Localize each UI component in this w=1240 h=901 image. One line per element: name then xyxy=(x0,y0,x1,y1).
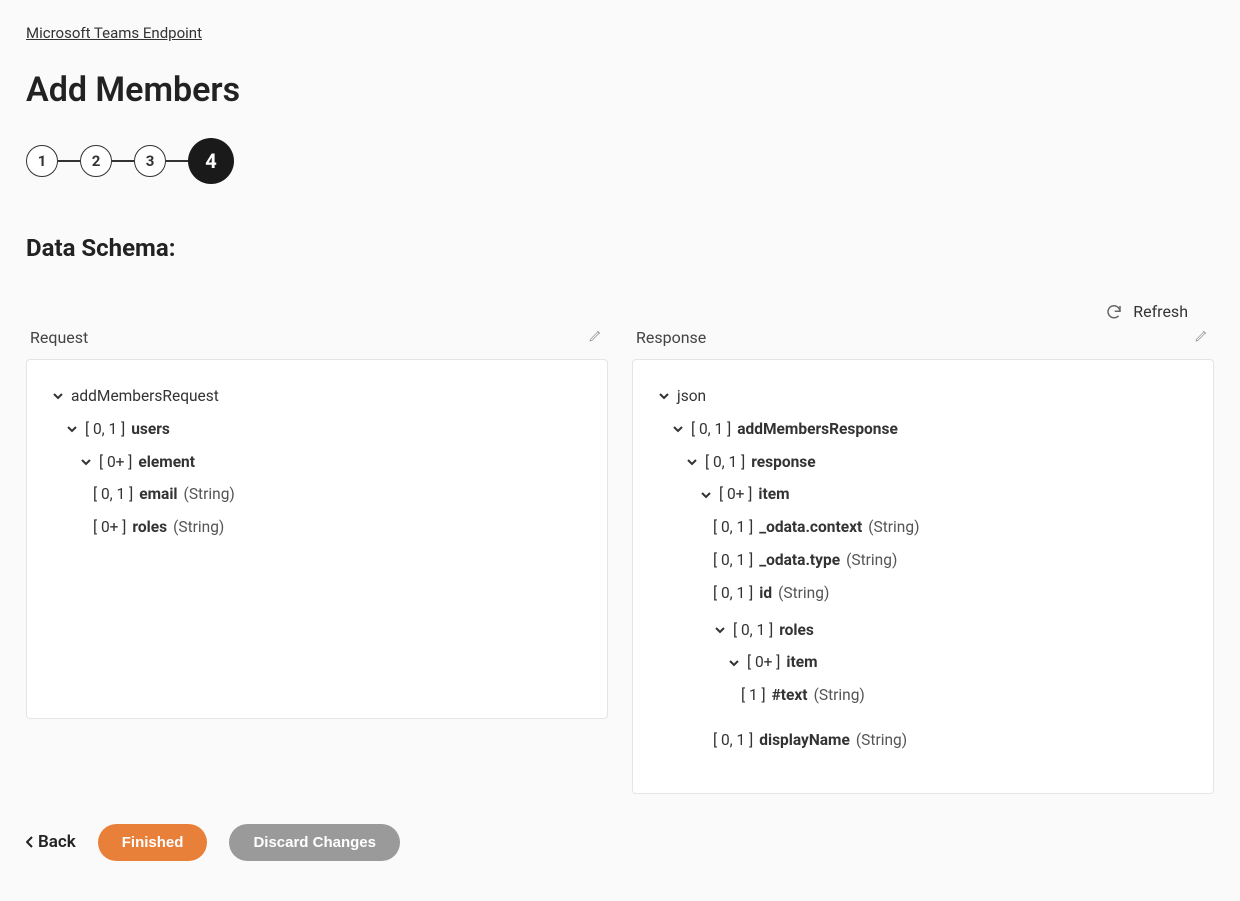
refresh-icon[interactable] xyxy=(1105,303,1123,321)
tree-node-name: _odata.type xyxy=(759,548,840,573)
step-connector xyxy=(112,160,134,162)
tree-cardinality: [ 0, 1 ] xyxy=(713,728,753,753)
chevron-down-icon[interactable] xyxy=(51,390,65,402)
request-panel: addMembersRequest [ 0, 1 ] users xyxy=(26,359,608,719)
chevron-down-icon[interactable] xyxy=(79,456,93,468)
stepper: 1 2 3 4 xyxy=(26,138,1214,184)
tree-node-type: (String) xyxy=(868,515,919,540)
chevron-down-icon[interactable] xyxy=(685,456,699,468)
step-1[interactable]: 1 xyxy=(26,145,58,177)
tree-node-name: _odata.context xyxy=(759,515,862,540)
response-panel: json [ 0, 1 ] addMembersResponse xyxy=(632,359,1214,794)
tree-cardinality: [ 0, 1 ] xyxy=(691,417,731,442)
tree-node-name: #text xyxy=(772,683,808,708)
tree-node-root: addMembersRequest xyxy=(71,384,219,409)
tree-node-name: id xyxy=(759,581,772,606)
tree-cardinality: [ 0, 1 ] xyxy=(713,581,753,606)
tree-cardinality: [ 0, 1 ] xyxy=(713,515,753,540)
refresh-button[interactable]: Refresh xyxy=(1133,302,1188,321)
tree-node-name: addMembersResponse xyxy=(737,417,898,442)
tree-node-name: displayName xyxy=(759,728,850,753)
tree-node-name: users xyxy=(131,417,170,442)
section-title: Data Schema: xyxy=(26,234,1214,262)
tree-node-type: (String) xyxy=(173,515,224,540)
tree-node-name: roles xyxy=(779,618,814,643)
breadcrumb-link[interactable]: Microsoft Teams Endpoint xyxy=(26,24,202,42)
step-connector xyxy=(58,160,80,162)
chevron-down-icon[interactable] xyxy=(671,423,685,435)
discard-button[interactable]: Discard Changes xyxy=(229,824,400,861)
tree-node-type: (String) xyxy=(778,581,829,606)
tree-node-type: (String) xyxy=(184,482,235,507)
step-3[interactable]: 3 xyxy=(134,145,166,177)
tree-node-root: json xyxy=(677,384,706,409)
tree-node-name: email xyxy=(139,482,177,507)
tree-node-name: roles xyxy=(132,515,167,540)
tree-node-type: (String) xyxy=(856,728,907,753)
chevron-down-icon[interactable] xyxy=(727,657,741,669)
request-column: Request addMembersRequest xyxy=(26,323,608,719)
step-4[interactable]: 4 xyxy=(188,138,234,184)
tree-cardinality: [ 0, 1 ] xyxy=(713,548,753,573)
tree-cardinality: [ 1 ] xyxy=(741,683,766,708)
tree-node-name: element xyxy=(138,450,195,475)
edit-response-icon[interactable] xyxy=(1194,327,1210,347)
chevron-down-icon[interactable] xyxy=(713,624,727,636)
tree-node-name: item xyxy=(786,650,817,675)
tree-cardinality: [ 0+ ] xyxy=(747,650,780,675)
tree-cardinality: [ 0, 1 ] xyxy=(705,450,745,475)
tree-cardinality: [ 0, 1 ] xyxy=(733,618,773,643)
back-button[interactable]: Back xyxy=(26,832,76,852)
chevron-down-icon[interactable] xyxy=(699,489,713,501)
tree-cardinality: [ 0, 1 ] xyxy=(93,482,133,507)
response-column: Response json xyxy=(632,323,1214,794)
page-title: Add Members xyxy=(26,70,1214,110)
step-connector xyxy=(166,160,188,162)
tree-cardinality: [ 0+ ] xyxy=(719,482,752,507)
step-2[interactable]: 2 xyxy=(80,145,112,177)
tree-node-type: (String) xyxy=(846,548,897,573)
tree-node-type: (String) xyxy=(814,683,865,708)
edit-request-icon[interactable] xyxy=(588,327,604,347)
back-label: Back xyxy=(38,832,76,852)
chevron-down-icon[interactable] xyxy=(657,390,671,402)
tree-node-name: item xyxy=(758,482,789,507)
request-title: Request xyxy=(30,328,88,347)
tree-cardinality: [ 0+ ] xyxy=(93,515,126,540)
tree-cardinality: [ 0, 1 ] xyxy=(85,417,125,442)
tree-node-name: response xyxy=(751,450,815,475)
finished-button[interactable]: Finished xyxy=(98,824,208,861)
response-title: Response xyxy=(636,328,706,347)
chevron-down-icon[interactable] xyxy=(65,423,79,435)
tree-cardinality: [ 0+ ] xyxy=(99,450,132,475)
